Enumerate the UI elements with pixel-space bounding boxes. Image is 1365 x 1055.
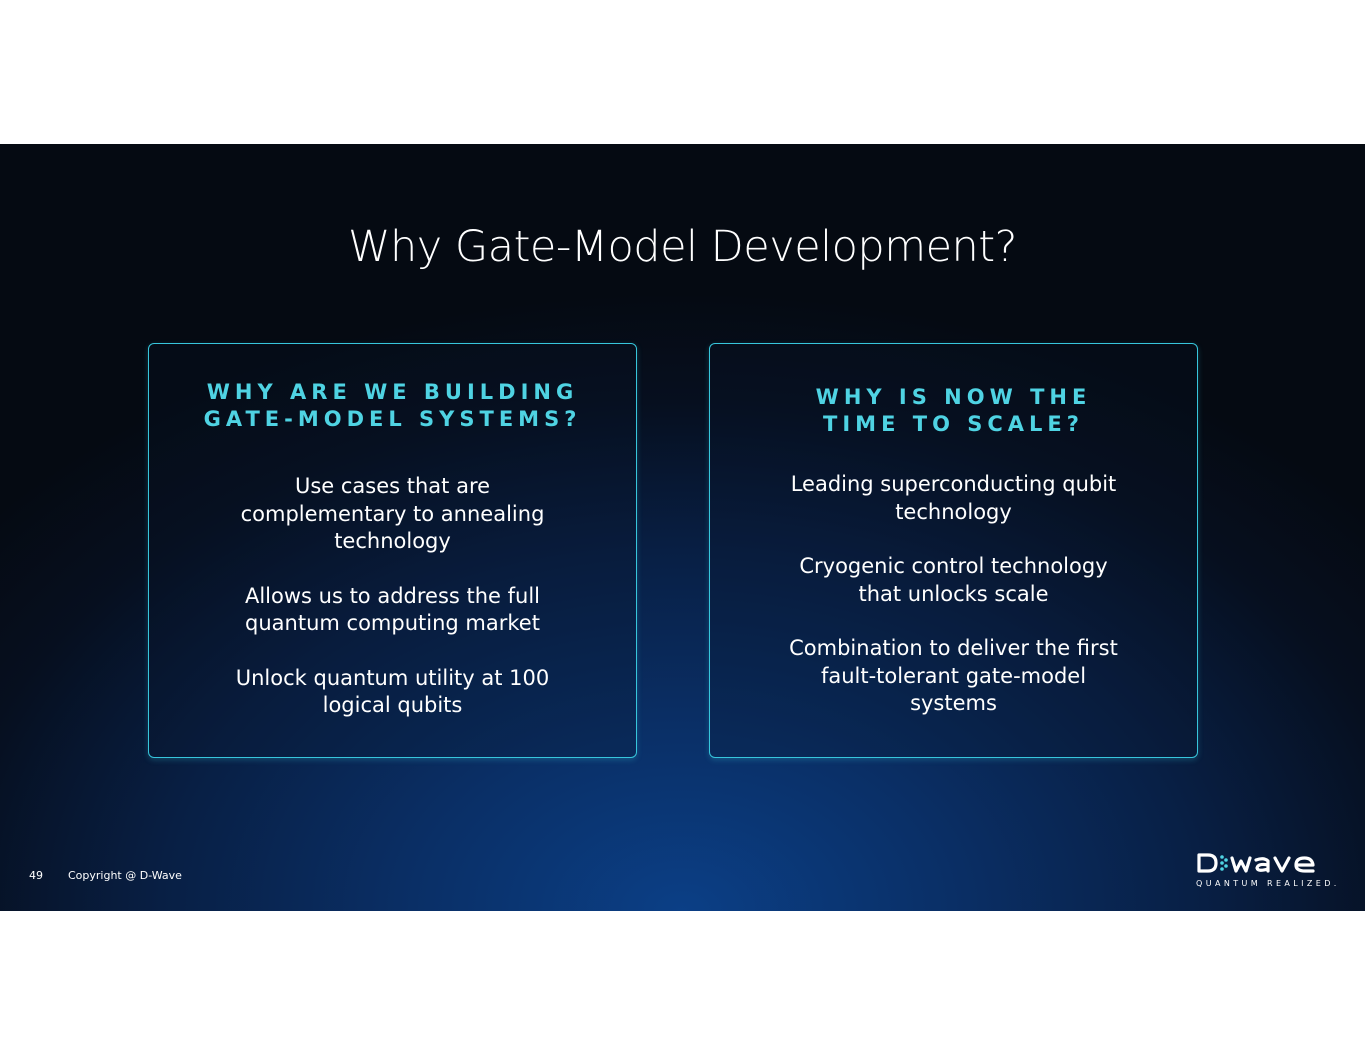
card-heading-line: TIME TO SCALE? [823, 412, 1084, 436]
card-heading-line: WHY IS NOW THE [815, 385, 1092, 409]
card-heading: WHY ARE WE BUILDING GATE-MODEL SYSTEMS? [149, 344, 636, 433]
card-point: Leading superconducting qubit technology [790, 472, 1117, 524]
copyright-text: Copyright @ D-Wave [68, 869, 182, 882]
card-point: Allows us to address the full quantum co… [244, 583, 541, 636]
dwave-logo: QUANTUM REALIZED. [1196, 851, 1340, 891]
logo-tagline: QUANTUM REALIZED. [1196, 879, 1340, 888]
card-why-now: WHY IS NOW THE TIME TO SCALE? Leading su… [709, 343, 1198, 758]
slide-title: Why Gate-Model Development? [348, 222, 1017, 272]
card-heading-line: WHY ARE WE BUILDING [206, 380, 579, 404]
page-number: 49 [29, 869, 43, 882]
slide: Why Gate-Model Development? WHY ARE WE B… [0, 144, 1365, 911]
card-heading: WHY IS NOW THE TIME TO SCALE? [710, 344, 1197, 438]
card-point-list: Leading superconducting qubit technology… [710, 471, 1197, 718]
card-point: Use cases that are complementary to anne… [240, 474, 545, 553]
card-why-building: WHY ARE WE BUILDING GATE-MODEL SYSTEMS? … [148, 343, 637, 758]
dwave-wordmark-icon [1197, 853, 1315, 873]
card-point-list: Use cases that are complementary to anne… [149, 473, 636, 720]
card-point: Unlock quantum utility at 100 logical qu… [235, 665, 550, 718]
card-point: Cryogenic control technology that unlock… [799, 554, 1108, 606]
card-point: Combination to deliver the first fault-t… [789, 636, 1118, 715]
card-heading-line: GATE-MODEL SYSTEMS? [203, 407, 582, 431]
